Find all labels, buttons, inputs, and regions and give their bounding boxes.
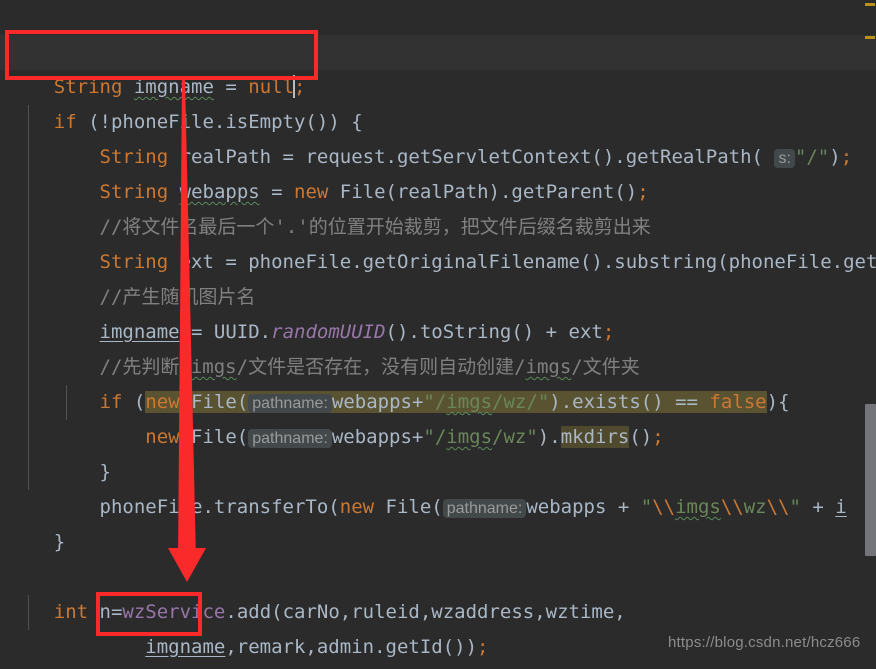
indent-guide [28, 175, 29, 210]
indent-guide [28, 385, 29, 420]
indent-guide [28, 420, 29, 455]
code-line: String webapps = new File(realPath).getP… [0, 140, 876, 203]
code-line: //将文件名最后一个'.'的位置开始裁剪，把文件后缀名裁剪出来 [0, 175, 876, 238]
code-line: if (new File(pathname: webapps+"/imgs/wz/… [0, 350, 876, 413]
vertical-scrollbar-thumb[interactable] [865, 404, 876, 556]
indent-guide [28, 280, 29, 315]
code-line-caret: String imgname = null; [0, 35, 876, 98]
indent-guide [28, 595, 29, 630]
code-line: imgname,remark,admin.getId()); [0, 595, 876, 658]
indent-guide [28, 455, 29, 490]
code-line: //先判断/imgs/文件是否存在，没有则自动创建/imgs/文件夹 [0, 315, 876, 378]
code-line: int n=wzService.add(carNo,ruleid,wzaddre… [0, 560, 876, 623]
indent-guide [28, 140, 29, 175]
error-stripe-mark[interactable] [865, 36, 875, 39]
code-line: //产生随机图片名 [0, 245, 876, 308]
code-line: } [0, 420, 876, 483]
indent-guide [28, 210, 29, 245]
code-line: } [0, 490, 876, 553]
code-line: phoneFile.transferTo(new File(pathname: w… [0, 455, 876, 518]
code-line: imgname = UUID.randomUUID().toString() +… [0, 280, 876, 343]
indent-guide [28, 315, 29, 350]
code-line: String realPath = request.getServletCont… [0, 105, 876, 168]
indent-guide [28, 105, 29, 140]
indent-guide [66, 385, 67, 420]
code-line: if (!phoneFile.isEmpty()) { [0, 70, 876, 133]
code-line: //上传图片 [0, 0, 876, 63]
code-line: System.out.println("wz插入信息"+n); [0, 630, 876, 665]
error-stripe-mark[interactable] [865, 3, 875, 6]
indent-guide [28, 245, 29, 280]
code-line: String ext = phoneFile.getOriginalFilena… [0, 210, 876, 273]
indent-guide [28, 350, 29, 385]
code-editor[interactable]: //上传图片 String imgname = null; if (!phone… [0, 0, 876, 669]
code-line: new File(pathname: webapps+"/imgs/wz").mk… [0, 385, 876, 448]
error-stripe[interactable] [864, 0, 876, 669]
